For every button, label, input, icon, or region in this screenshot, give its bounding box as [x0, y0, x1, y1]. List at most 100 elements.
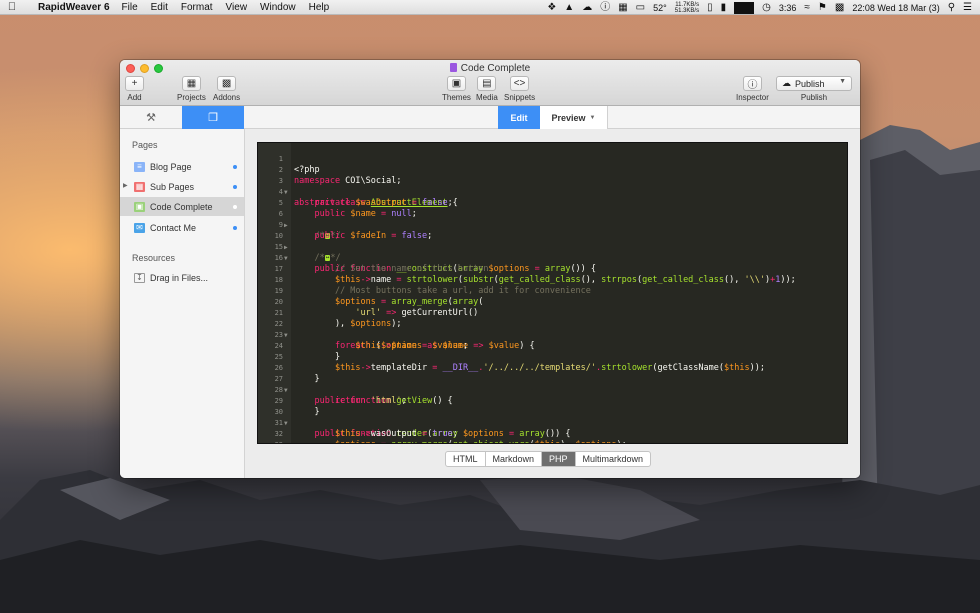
- themes-label: Themes: [442, 93, 471, 102]
- wifi-icon[interactable]: ≈: [804, 0, 810, 15]
- addons-button[interactable]: ▩ Addons: [213, 76, 240, 102]
- download-icon: ↧: [134, 272, 145, 283]
- edit-button[interactable]: Edit: [498, 106, 540, 129]
- tab-settings[interactable]: ⚒: [120, 106, 182, 129]
- menu-bar:  RapidWeaver 6 File Edit Format View Wi…: [0, 0, 980, 15]
- chevron-down-icon: ▼: [589, 114, 596, 121]
- resources-drop-zone[interactable]: ↧ Drag in Files...: [120, 268, 244, 287]
- publish-label: Publish: [800, 93, 828, 102]
- info-icon[interactable]: ⓘ: [600, 0, 610, 15]
- disclosure-triangle-icon[interactable]: ▶: [123, 182, 128, 189]
- sidebar-item-label: Code Complete: [150, 201, 213, 212]
- pages-sidebar: Pages ≡ Blog Page ▶ ▦ Sub Pages ▣ Code C…: [120, 129, 245, 478]
- temperature-readout[interactable]: 52°: [653, 3, 667, 13]
- code-line: 22 ▼ foreach ($options as $name => $valu…: [258, 308, 847, 351]
- publish-button-label: Publish: [795, 78, 825, 89]
- battery-meter-icon[interactable]: ▮: [721, 0, 727, 15]
- published-dot: [233, 226, 237, 230]
- cloud-icon: ☁: [782, 78, 791, 88]
- sync-icon[interactable]: ▲: [564, 0, 574, 15]
- notification-center-icon[interactable]: ☰: [963, 0, 972, 15]
- window-titlebar: Code Complete + Add ▦ Projects ▩ Addons …: [120, 60, 860, 106]
- sidebar-item-sub-pages[interactable]: ▶ ▦ Sub Pages: [120, 177, 244, 196]
- projects-button[interactable]: ▦ Projects: [177, 76, 206, 102]
- menu-app-name[interactable]: RapidWeaver 6: [38, 2, 110, 13]
- code-line: 30 ▼ public function render(array $optio…: [258, 396, 847, 439]
- preview-button[interactable]: Preview ▼: [540, 106, 608, 129]
- weather-cloud-icon[interactable]: ☁: [582, 0, 592, 15]
- code-line: 9 public $fadeIn = false;: [258, 209, 847, 241]
- subpages-icon: ▦: [134, 181, 145, 192]
- code-line: 24 }: [258, 330, 847, 362]
- chevron-down-icon[interactable]: ▼: [839, 78, 846, 85]
- spotlight-search-icon[interactable]: ⚲: [948, 0, 955, 15]
- add-button[interactable]: + Add: [125, 76, 144, 102]
- menu-help[interactable]: Help: [309, 2, 330, 13]
- view-switcher-bar: ⚒ ❐ Edit Preview ▼: [120, 106, 860, 129]
- code-line: 3 ▼ abstract class AbstractElement {: [258, 165, 847, 208]
- network-readout[interactable]: 11.7KB/s 51.3KB/s: [675, 2, 699, 14]
- calendar-icon[interactable]: ▦: [618, 0, 627, 15]
- code-line: 20 'url' => getCurrentUrl(): [258, 286, 847, 318]
- publish-control[interactable]: ☁ Publish ▼ Publish: [776, 76, 852, 102]
- snippets-label: Snippets: [504, 93, 536, 102]
- snippets-button[interactable]: <> Snippets: [504, 76, 535, 102]
- published-dot: [233, 205, 237, 209]
- flag-icon[interactable]: ⚑: [818, 0, 827, 15]
- tab-html[interactable]: HTML: [446, 452, 486, 466]
- blog-icon: ≡: [134, 161, 145, 172]
- code-editor[interactable]: 1 <?php 2 namespace COI\Social; 3 ▼ abst…: [257, 142, 848, 444]
- code-line: 33 $fadeIn = isset($options['fadeIn']) &…: [258, 429, 847, 443]
- resources-item-label: Drag in Files...: [150, 272, 209, 283]
- sidebar-item-blog-page[interactable]: ≡ Blog Page: [120, 157, 244, 176]
- code-line: 25 $this->templateDir = __DIR__.'/../../…: [258, 341, 847, 373]
- window-title: Code Complete: [120, 63, 860, 74]
- media-icon: ▤: [477, 76, 497, 91]
- tab-pages[interactable]: ❐: [182, 106, 244, 129]
- code-line: 18 // Most buttons take a url, add it fo…: [258, 264, 847, 296]
- menu-edit[interactable]: Edit: [151, 2, 168, 13]
- plus-icon: +: [125, 76, 144, 91]
- tab-multimarkdown[interactable]: Multimarkdown: [576, 452, 651, 466]
- pages-icon: ❐: [208, 112, 218, 124]
- code-brackets-icon: <>: [510, 76, 530, 91]
- tab-php[interactable]: PHP: [542, 452, 576, 466]
- inspector-label: Inspector: [736, 93, 769, 102]
- menu-file[interactable]: File: [122, 2, 138, 13]
- short-time[interactable]: 3:36: [779, 3, 797, 13]
- code-line: 34 $html = $this->template($this->getVie…: [258, 440, 847, 443]
- sidebar-item-contact-me[interactable]: ✉ Contact Me: [120, 218, 244, 237]
- code-line: 29 }: [258, 385, 847, 417]
- sidebar-item-label: Sub Pages: [150, 181, 195, 192]
- code-line: 28 return 'html';: [258, 374, 847, 406]
- rapidweaver-window: Code Complete + Add ▦ Projects ▩ Addons …: [120, 60, 860, 478]
- memory-meter-icon[interactable]: ▯: [707, 0, 713, 15]
- themes-button[interactable]: ▣ Themes: [442, 76, 471, 102]
- add-label: Add: [127, 93, 142, 102]
- menu-view[interactable]: View: [226, 2, 248, 13]
- pages-heading: Pages: [132, 140, 158, 150]
- document-icon: [449, 63, 457, 72]
- tab-markdown[interactable]: Markdown: [486, 452, 543, 466]
- language-switcher: HTML Markdown PHP Multimarkdown: [445, 451, 652, 467]
- inspector-button[interactable]: ⓘ Inspector: [736, 76, 769, 102]
- clock-readout[interactable]: 22:08 Wed 18 Mar (3): [852, 3, 939, 13]
- projects-label: Projects: [177, 93, 206, 102]
- menu-format[interactable]: Format: [181, 2, 213, 13]
- sidebar-item-code-complete[interactable]: ▣ Code Complete: [120, 197, 244, 216]
- menu-window[interactable]: Window: [260, 2, 296, 13]
- code-line: 31 $this->wasOutput = true;: [258, 407, 847, 439]
- battery-icon[interactable]: ▩: [835, 0, 844, 15]
- clock-icon: ◷: [762, 2, 771, 13]
- dropbox-icon[interactable]: ❖: [547, 0, 556, 15]
- code-line: 15 ▼ public function __construct(array $…: [258, 231, 847, 274]
- hidden-status-item[interactable]: [734, 1, 755, 14]
- publish-button[interactable]: ☁ Publish ▼: [776, 76, 852, 91]
- display-icon[interactable]: ▭: [636, 0, 645, 15]
- addons-label: Addons: [213, 93, 241, 102]
- published-dot: [233, 185, 237, 189]
- code-line: 27 ▼ public function getView() {: [258, 363, 847, 406]
- code-line: 32 $options = array_merge(get_object_var…: [258, 418, 847, 443]
- apple-menu-icon[interactable]: : [0, 1, 24, 13]
- media-button[interactable]: ▤ Media: [476, 76, 498, 102]
